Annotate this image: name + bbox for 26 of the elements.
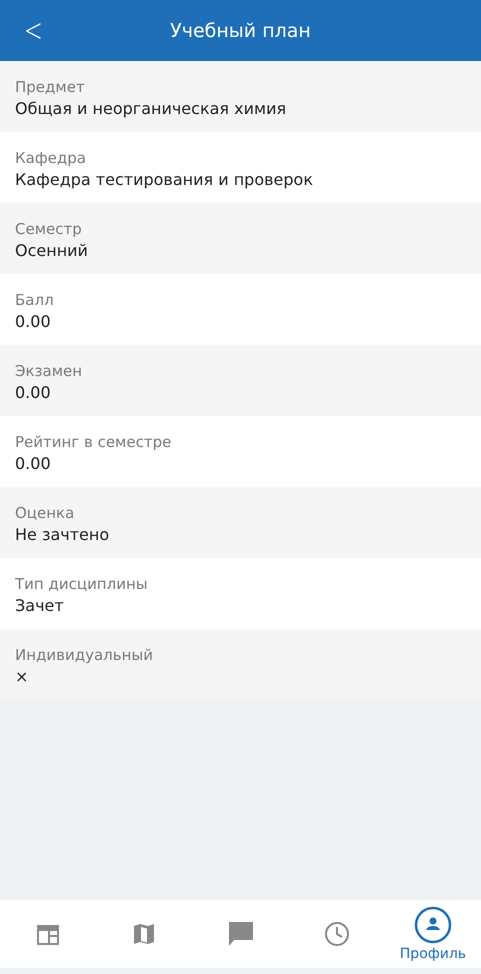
field-label: Балл bbox=[15, 290, 54, 310]
field-value: 0.00 bbox=[15, 311, 51, 333]
profile-icon bbox=[414, 906, 452, 944]
clock-icon bbox=[324, 921, 350, 947]
back-button[interactable]: < bbox=[20, 8, 47, 52]
field-label: Семестр bbox=[15, 219, 82, 239]
field-value: 0.00 bbox=[15, 453, 51, 475]
field-value: Зачет bbox=[15, 595, 64, 617]
chat-bubble-icon bbox=[228, 921, 254, 947]
field-label: Предмет bbox=[15, 77, 85, 97]
field-value: Кафедра тестирования и проверок bbox=[15, 169, 313, 191]
field-value: × bbox=[15, 666, 28, 688]
calendar-icon bbox=[36, 923, 60, 945]
field-label: Индивидуальный bbox=[15, 645, 154, 665]
tab[interactable]: Профиль bbox=[384, 900, 481, 968]
screen-title: Учебный план bbox=[170, 20, 311, 42]
field-label: Рейтинг в семестре bbox=[15, 432, 172, 452]
field-label: Экзамен bbox=[15, 361, 82, 381]
field-value: Осенний bbox=[15, 240, 88, 262]
field-value: Не зачтено bbox=[15, 524, 110, 546]
field-value: 0.00 bbox=[15, 382, 51, 404]
field-label: Кафедра bbox=[15, 148, 86, 168]
field-label: Тип дисциплины bbox=[15, 574, 148, 594]
field-label: Оценка bbox=[15, 503, 74, 523]
field-value: Общая и неорганическая химия bbox=[15, 98, 286, 120]
map-icon bbox=[133, 923, 156, 945]
